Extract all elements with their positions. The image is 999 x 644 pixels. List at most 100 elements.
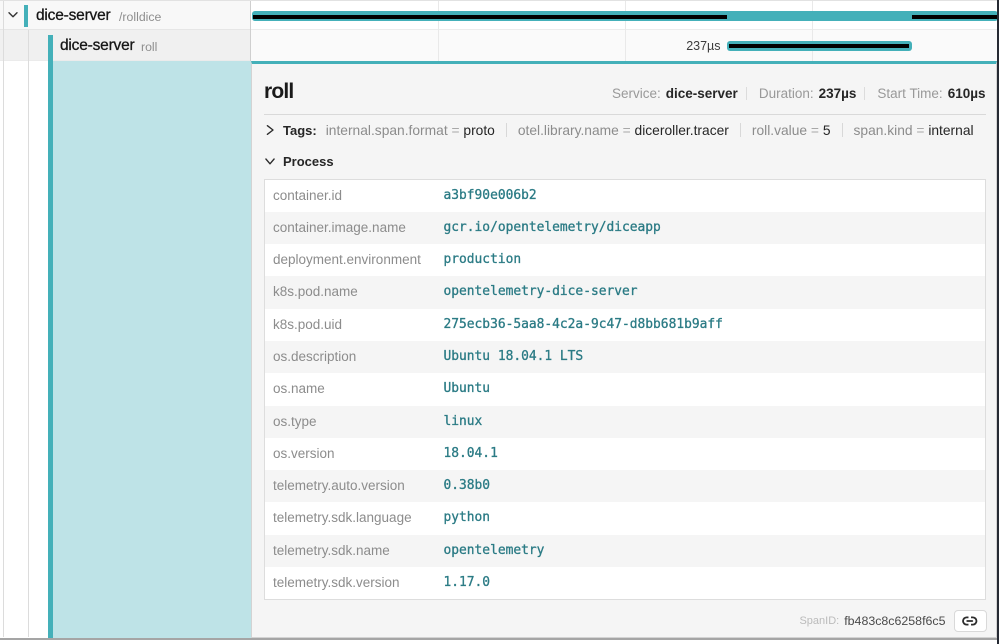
kv-value: linux [436, 406, 985, 438]
span-id-label: SpanID: [799, 615, 839, 627]
kv-key: os.name [265, 373, 436, 405]
service-color-bar [48, 35, 53, 61]
tag-key: otel.library.name [518, 123, 619, 138]
kv-value: opentelemetry-dice-server [436, 276, 985, 308]
tag-value: diceroller.tracer [635, 123, 729, 138]
key-value-row: k8s.pod.name opentelemetry-dice-server [265, 276, 985, 308]
process-key-value-table: container.id a3bf90e006b2 container.imag… [264, 179, 986, 601]
kv-value: 275ecb36-5aa8-4c2a-9c47-d8bb681b9aff [436, 309, 985, 341]
tag-key: roll.value [752, 123, 807, 138]
span-detail-card: roll Service: dice-server Duration: 237µ… [251, 61, 997, 638]
key-value-row: os.version 18.04.1 [265, 438, 985, 470]
span-row-roll[interactable]: dice-server roll 237µs [0, 30, 999, 61]
kv-key: telemetry.sdk.language [265, 502, 436, 534]
link-icon [962, 616, 978, 626]
column-resizer-divider[interactable] [250, 0, 251, 61]
critical-path-segment [912, 15, 998, 19]
kv-key: telemetry.auto.version [265, 470, 436, 502]
kv-value: python [436, 502, 985, 534]
timeline-gridline [812, 0, 813, 61]
kv-value: production [436, 244, 985, 276]
operation-name[interactable]: /rolldice [119, 10, 161, 24]
span-name-cell[interactable]: dice-server roll [0, 30, 251, 61]
collapse-children-icon[interactable] [7, 9, 19, 21]
chevron-down-icon [264, 155, 276, 167]
tag-summary-item: roll.value = 5 [752, 123, 831, 138]
overview-label: Service: [612, 86, 661, 101]
key-value-row: telemetry.auto.version 0.38b0 [265, 470, 985, 502]
kv-value: opentelemetry [436, 535, 985, 567]
tag-key: span.kind [854, 123, 913, 138]
span-name-cell[interactable]: dice-server /rolldice [0, 0, 251, 30]
tags-label: Tags: [283, 123, 317, 138]
kv-value: 1.17.0 [436, 567, 985, 599]
copy-link-button[interactable] [954, 610, 987, 632]
overview-divider [746, 87, 747, 100]
tag-divider [506, 123, 507, 137]
overview-value: 610µs [948, 86, 986, 101]
key-value-row: telemetry.sdk.language python [265, 502, 985, 534]
key-value-row: container.image.name gcr.io/opentelemetr… [265, 212, 985, 244]
overview-item: Start Time: 610µs [877, 86, 985, 101]
key-value-row: os.type linux [265, 406, 985, 438]
key-value-row: container.id a3bf90e006b2 [265, 180, 985, 212]
operation-name[interactable]: roll [141, 40, 157, 54]
tag-equals: = [913, 123, 929, 138]
kv-value: a3bf90e006b2 [436, 180, 985, 212]
tag-equals: = [619, 123, 635, 138]
tags-accordion[interactable]: Tags: internal.span.format = proto otel.… [264, 118, 986, 142]
overview-item: Duration: 237µs [759, 86, 857, 101]
kv-value: Ubuntu [436, 373, 985, 405]
tag-divider [740, 123, 741, 137]
tag-value: proto [463, 123, 494, 138]
tag-equals: = [448, 123, 464, 138]
kv-key: os.description [265, 341, 436, 373]
bottom-border [0, 638, 999, 640]
span-detail-row: roll Service: dice-server Duration: 237µ… [0, 61, 999, 638]
overview-label: Duration: [759, 86, 814, 101]
overview-value: dice-server [666, 86, 738, 101]
kv-key: deployment.environment [265, 244, 436, 276]
span-duration-label: 237µs [686, 39, 720, 53]
kv-value: Ubuntu 18.04.1 LTS [436, 341, 985, 373]
kv-value: gcr.io/opentelemetry/diceapp [436, 212, 985, 244]
service-name[interactable]: dice-server [36, 7, 110, 25]
overview-label: Start Time: [877, 86, 942, 101]
service-name[interactable]: dice-server [60, 37, 134, 55]
overview-item: Service: dice-server [612, 86, 738, 101]
tags-summary: internal.span.format = proto otel.librar… [326, 123, 974, 138]
tag-divider [842, 123, 843, 137]
kv-key: telemetry.sdk.name [265, 535, 436, 567]
kv-key: telemetry.sdk.version [265, 567, 436, 599]
kv-value: 0.38b0 [436, 470, 985, 502]
indent-guide [3, 0, 4, 637]
critical-path-segment [253, 15, 728, 19]
span-row-rolldice[interactable]: dice-server /rolldice [0, 0, 999, 30]
header-divider [264, 114, 986, 115]
key-value-row: os.description Ubuntu 18.04.1 LTS [265, 341, 985, 373]
detail-accent-fill[interactable] [53, 61, 251, 638]
process-accordion[interactable]: Process [264, 150, 986, 172]
span-operation-title: roll [264, 80, 293, 104]
trace-timeline-view: dice-server /rolldice dice-server roll 2… [0, 0, 999, 644]
tag-key: internal.span.format [326, 123, 448, 138]
overview-divider [864, 87, 865, 100]
key-value-row: k8s.pod.uid 275ecb36-5aa8-4c2a-9c47-d8bb… [265, 309, 985, 341]
kv-key: k8s.pod.name [265, 276, 436, 308]
tag-summary-item: otel.library.name = diceroller.tracer [518, 123, 729, 138]
indent-guide [28, 30, 29, 637]
kv-value: 18.04.1 [436, 438, 985, 470]
kv-key: os.version [265, 438, 436, 470]
tag-equals: = [807, 123, 823, 138]
kv-key: container.image.name [265, 212, 436, 244]
timeline-gridline [625, 0, 626, 61]
span-detail-header: roll Service: dice-server Duration: 237µ… [264, 80, 986, 104]
tag-summary-item: internal.span.format = proto [326, 123, 495, 138]
key-value-row: deployment.environment production [265, 244, 985, 276]
chevron-right-icon [264, 124, 276, 136]
critical-path-segment [729, 44, 909, 48]
timeline-gridline [438, 0, 439, 61]
top-border [0, 0, 999, 1]
kv-key: os.type [265, 406, 436, 438]
key-value-row: os.name Ubuntu [265, 373, 985, 405]
